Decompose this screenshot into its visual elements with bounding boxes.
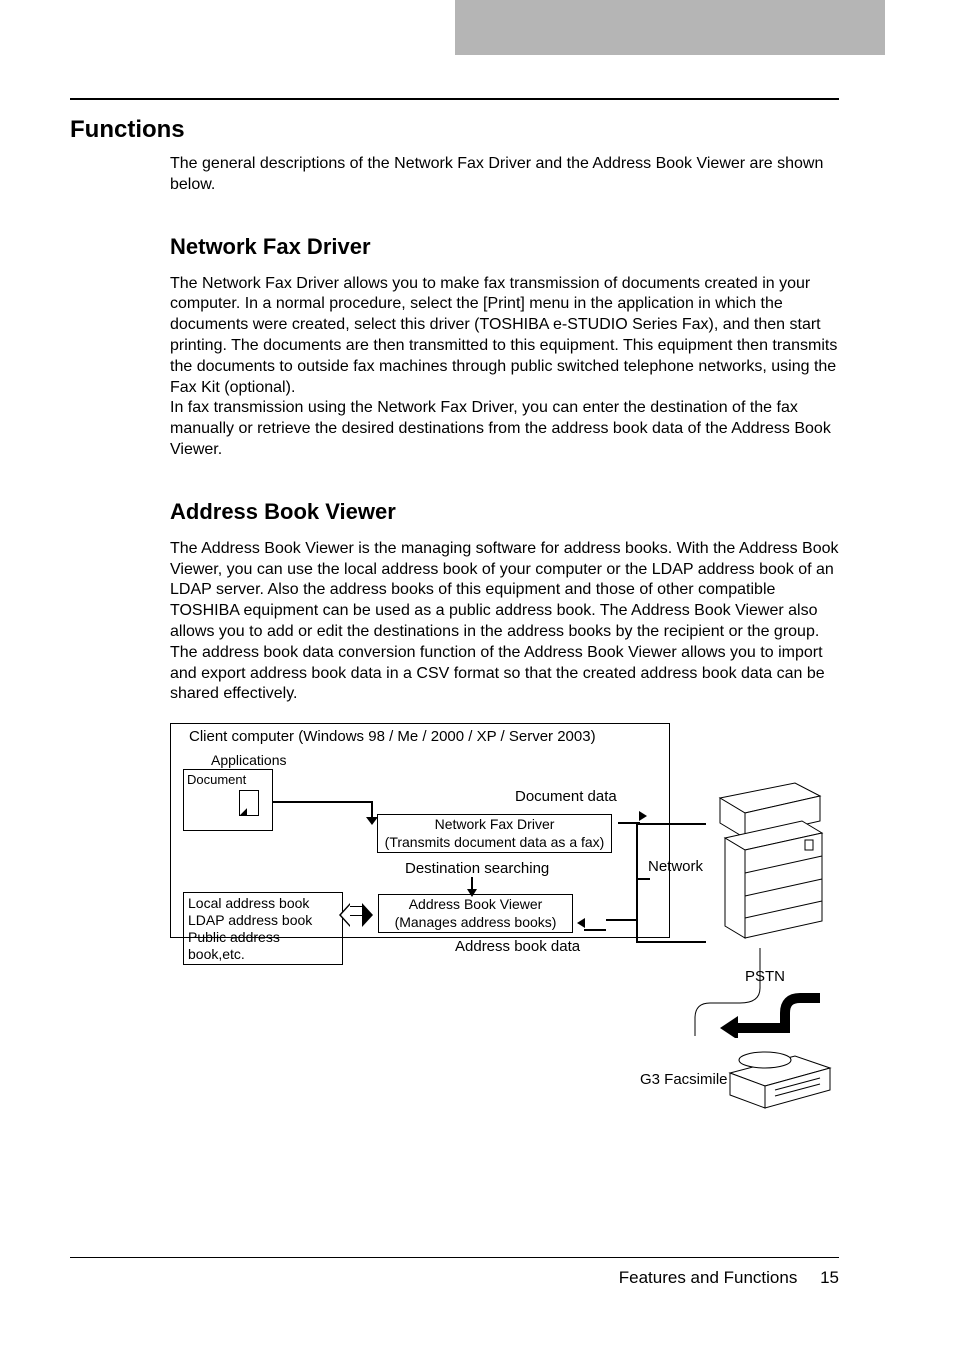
public-address-book-label: Public address book,etc. bbox=[188, 929, 338, 963]
nfd-title: Network Fax Driver bbox=[380, 816, 609, 834]
network-fax-driver-box: Network Fax Driver (Transmits document d… bbox=[377, 814, 612, 853]
nfd-subtitle: (Transmits document data as a fax) bbox=[380, 834, 609, 852]
page-content: Functions The general descriptions of th… bbox=[70, 98, 839, 1288]
intro-paragraph: The general descriptions of the Network … bbox=[170, 154, 839, 196]
client-computer-label: Client computer (Windows 98 / Me / 2000 … bbox=[189, 728, 661, 745]
network-tap-line bbox=[636, 878, 650, 880]
section-network-fax-driver-body: The Network Fax Driver allows you to mak… bbox=[170, 274, 839, 461]
page-title: Functions bbox=[70, 116, 839, 144]
mfp-printer-icon bbox=[710, 778, 830, 948]
arrow-right-icon bbox=[618, 811, 647, 829]
bidirectional-arrow-icon bbox=[349, 906, 363, 916]
top-rule bbox=[70, 98, 839, 100]
page-number: 15 bbox=[820, 1268, 839, 1287]
arrow-line bbox=[273, 801, 373, 803]
arrow-line bbox=[606, 919, 636, 921]
network-line bbox=[636, 941, 706, 943]
local-address-book-label: Local address book bbox=[188, 895, 338, 912]
section-address-book-viewer-title: Address Book Viewer bbox=[170, 499, 839, 525]
address-book-viewer-box: Address Book Viewer (Manages address boo… bbox=[378, 894, 573, 933]
destination-searching-label: Destination searching bbox=[405, 860, 549, 877]
network-label: Network bbox=[648, 858, 703, 875]
network-line bbox=[636, 823, 706, 825]
document-label: Document bbox=[187, 772, 246, 787]
architecture-diagram: Client computer (Windows 98 / Me / 2000 … bbox=[170, 723, 830, 1123]
section-address-book-viewer-body: The Address Book Viewer is the managing … bbox=[170, 539, 839, 705]
header-gray-bar bbox=[455, 0, 885, 55]
pstn-connection-icon bbox=[690, 948, 830, 1038]
arrow-left-icon bbox=[577, 918, 606, 936]
abv-title: Address Book Viewer bbox=[381, 896, 570, 914]
arrow-down-icon bbox=[471, 877, 473, 889]
address-book-list-box: Local address book LDAP address book Pub… bbox=[183, 892, 343, 965]
document-icon bbox=[239, 790, 259, 816]
ldap-address-book-label: LDAP address book bbox=[188, 912, 338, 929]
client-computer-box: Client computer (Windows 98 / Me / 2000 … bbox=[170, 723, 670, 938]
document-box: Document bbox=[183, 769, 273, 831]
section-network-fax-driver-title: Network Fax Driver bbox=[170, 234, 839, 260]
g3-facsimile-label: G3 Facsimile bbox=[640, 1071, 728, 1088]
fax-machine-icon bbox=[725, 1038, 835, 1118]
document-data-label: Document data bbox=[515, 788, 617, 805]
page-footer: Features and Functions 15 bbox=[619, 1268, 839, 1288]
applications-label: Applications bbox=[211, 752, 287, 768]
network-bus-line bbox=[636, 823, 638, 943]
address-book-data-label: Address book data bbox=[455, 938, 580, 955]
abv-subtitle: (Manages address books) bbox=[381, 914, 570, 932]
footer-rule bbox=[70, 1257, 839, 1258]
footer-section-title: Features and Functions bbox=[619, 1268, 798, 1287]
